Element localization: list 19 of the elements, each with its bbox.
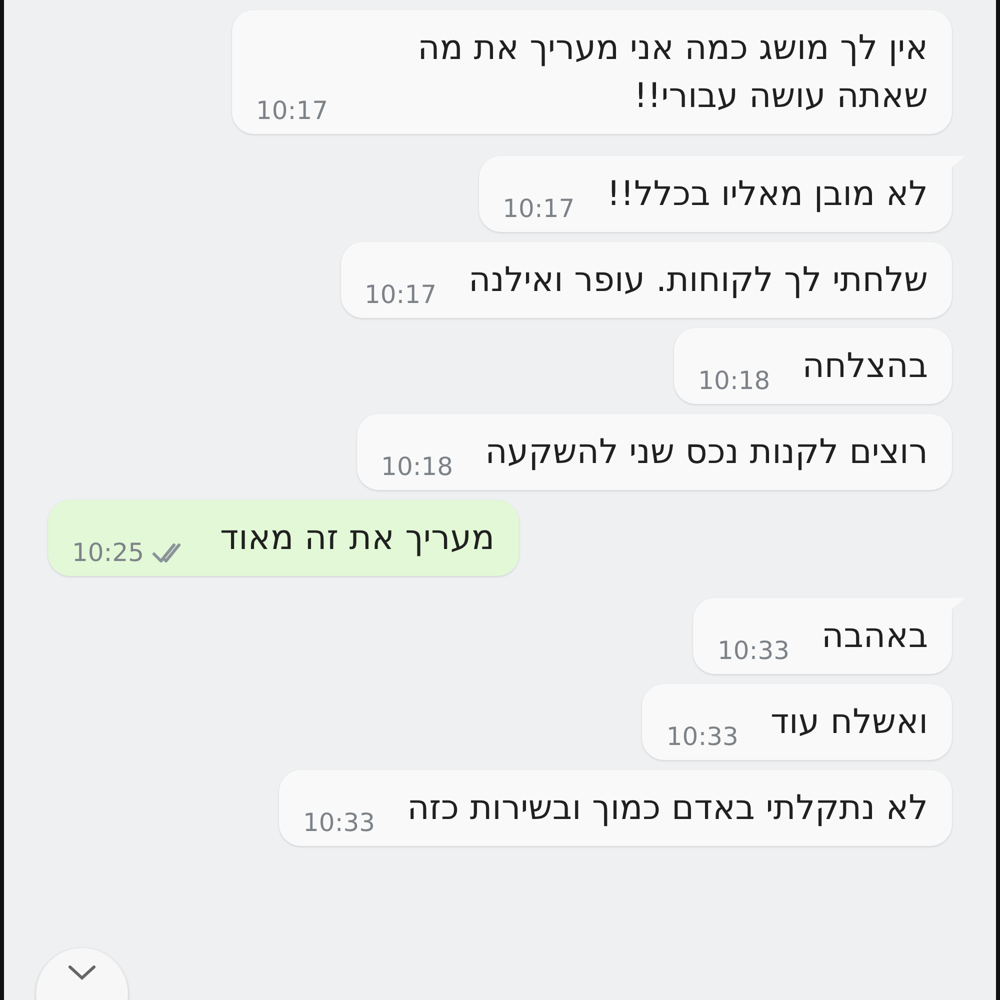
message-text: שלחתי לך לקוחות. עופר ואילנה	[468, 259, 928, 302]
message-time: 10:17	[256, 96, 328, 126]
message-time: 10:33	[717, 636, 790, 666]
message-text: בהצלחה	[802, 345, 928, 388]
message-text: רוצים לקנות נכס שני להשקעה	[485, 431, 928, 474]
message-time: 10:25	[72, 538, 144, 568]
message-time: 10:18	[381, 452, 454, 482]
chevron-down-icon	[67, 964, 97, 982]
message-time: 10:18	[698, 366, 770, 396]
message-text: מעריך את זה מאוד	[220, 517, 495, 560]
message-text: אין לך מושג כמה אני מעריך את מה שאתה עושה עבורי!!	[416, 27, 928, 118]
message-time: 10:33	[666, 722, 738, 752]
message-text: לא מובן מאליו בכלל!!	[606, 173, 928, 216]
message-time: 10:33	[303, 808, 376, 838]
message-text: ואשלח עוד	[770, 701, 928, 744]
message-text: לא נתקלתי באדם כמוך ובשירות כזה	[407, 787, 928, 830]
message-time: 10:17	[364, 280, 437, 310]
message-text: באהבה	[822, 615, 928, 658]
message-time: 10:17	[502, 194, 575, 224]
